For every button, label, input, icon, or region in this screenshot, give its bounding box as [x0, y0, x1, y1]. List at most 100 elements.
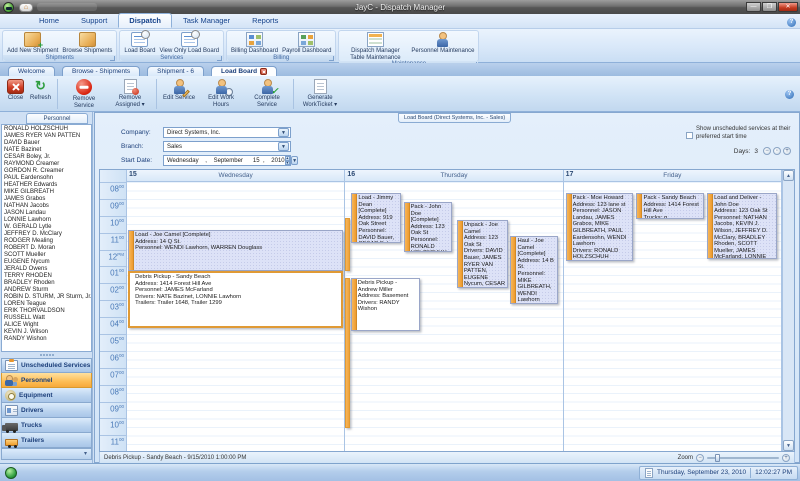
start-button[interactable] — [5, 467, 17, 479]
zoom-slider[interactable] — [707, 457, 779, 459]
payroll-dashboard-button[interactable]: Payroll Dashboard — [280, 32, 333, 55]
sidebar-item-personnel[interactable]: Personnel — [1, 373, 92, 388]
personnel-item[interactable]: W. GERALD Lytle — [4, 224, 91, 231]
personnel-item[interactable]: RUSSELL Watt — [4, 315, 91, 322]
zoom-in-button[interactable]: + — [782, 454, 790, 462]
personnel-item[interactable]: BRADLEY Rhoden — [4, 280, 91, 287]
personnel-item[interactable]: NATHAN Jacobs — [4, 203, 91, 210]
sidebar-nav-collapse[interactable]: ▾ — [1, 448, 92, 460]
edit-work-hours-button[interactable]: Edit Work Hours — [198, 78, 244, 109]
close-window-button[interactable]: ✕ — [778, 2, 798, 12]
billing-dashboard-button[interactable]: Billing Dashboard — [229, 32, 280, 55]
close-button[interactable]: Close — [4, 78, 27, 103]
maximize-button[interactable]: ❐ — [762, 2, 777, 12]
load-board-button[interactable]: Load Board — [122, 32, 157, 55]
service-card-pack-sandy-beach[interactable]: Pack - Sandy BeachAddress: 1414 Forest H… — [636, 193, 704, 219]
tray-icon[interactable] — [645, 468, 653, 478]
ribbon-tab-support[interactable]: Support — [70, 13, 118, 28]
personnel-item[interactable]: ALICE Wight — [4, 322, 91, 329]
remove-assigned-button[interactable]: Remove Assigned ▾ — [107, 78, 153, 109]
day-grid[interactable]: Load - Jimmy Dean [Complete]Address: 919… — [345, 182, 562, 451]
company-dropdown-icon[interactable]: ▼ — [278, 128, 289, 137]
personnel-item[interactable]: TERRY RHODEN — [4, 273, 91, 280]
branch-select[interactable]: Sales ▼ — [163, 141, 291, 152]
personnel-item[interactable]: RODGER Mealing — [4, 238, 91, 245]
personnel-item[interactable]: JERALD Owens — [4, 266, 91, 273]
date-spinner[interactable]: ▲▼ — [285, 156, 290, 165]
zoom-slider-thumb[interactable] — [715, 454, 720, 462]
personnel-item[interactable]: KEVIN J. Wilson — [4, 329, 91, 336]
sidebar-item-equipment[interactable]: Equipment — [1, 388, 92, 403]
remove-service-button[interactable]: Remove Service — [61, 78, 107, 110]
day-grid[interactable]: Pack - Moe HowardAddress: 123 lane stPer… — [564, 182, 781, 451]
minimize-button[interactable]: — — [746, 2, 761, 12]
days-knob[interactable]: ◦ — [773, 147, 781, 155]
view-only-load-board-button[interactable]: View Only Load Board — [157, 32, 221, 55]
services-dialog-launcher-icon[interactable] — [217, 56, 222, 61]
service-card-load-joe-camel-complete[interactable]: Load - Joe Camel [Complete]Address: 14 Q… — [128, 230, 343, 271]
document-tab-load-board[interactable]: Load Board — [211, 66, 277, 76]
scroll-down-icon[interactable]: ▼ — [783, 440, 794, 451]
service-card-load-and-deliver-john-doe[interactable]: Load and Deliver - John DoeAddress: 123 … — [707, 193, 777, 259]
ribbon-tab-home[interactable]: Home — [28, 13, 70, 28]
calendar-scrollbar[interactable]: ▲ ▼ — [782, 170, 794, 451]
service-card-unpack-joe-camel[interactable]: Unpack - Joe CamelAddress: 123 Oak StDri… — [457, 220, 508, 288]
branch-dropdown-icon[interactable]: ▼ — [278, 142, 289, 151]
personnel-item[interactable]: JASON Landau — [4, 210, 91, 217]
service-card-haul-joe-camel-complete[interactable]: Haul - Joe Camel [Complete]Address: 14 B… — [510, 236, 558, 304]
complete-service-button[interactable]: ✓Complete Service — [244, 78, 290, 109]
personnel-item[interactable]: EUGENE Nycum — [4, 259, 91, 266]
personnel-item[interactable]: CESAR Boley, Jr. — [4, 154, 91, 161]
day-grid[interactable]: Load - Joe Camel [Complete]Address: 14 Q… — [127, 182, 344, 451]
browse-shipments-button[interactable]: Browse Shipments — [60, 32, 114, 55]
personnel-item[interactable]: ERIK THORVALDSON — [4, 308, 91, 315]
dispatch-manager-table-maintenance-button[interactable]: Dispatch Manager Table Maintenance — [341, 32, 409, 61]
personnel-item[interactable]: RANDY Wishon — [4, 336, 91, 343]
personnel-item[interactable]: GORDON R. Creamer — [4, 168, 91, 175]
sidebar-item-trailers[interactable]: Trailers — [1, 433, 92, 448]
personnel-item[interactable]: HEATHER Edwards — [4, 182, 91, 189]
date-dropdown-icon[interactable]: ▼ — [291, 156, 298, 165]
days-decrease-button[interactable]: − — [763, 147, 771, 155]
days-increase-button[interactable]: + — [783, 147, 791, 155]
personnel-item[interactable]: JEFFREY D. McClary — [4, 231, 91, 238]
personnel-item[interactable]: LOREN Teague — [4, 301, 91, 308]
help-icon[interactable]: ? — [787, 18, 796, 27]
personnel-item[interactable]: ROBERT D. Moran — [4, 245, 91, 252]
show-unscheduled-checkbox[interactable] — [686, 132, 693, 139]
personnel-item[interactable]: RONALD HOLZSCHUH — [4, 126, 91, 133]
personnel-item[interactable]: JAMES RYER VAN PATTEN — [4, 133, 91, 140]
service-card-debris-pickup-andrew-miller[interactable]: Debris Pickup - Andrew MillerAddress: Ba… — [351, 278, 420, 331]
personnel-list[interactable]: RONALD HOLZSCHUHJAMES RYER VAN PATTENDAV… — [1, 124, 92, 352]
sidebar-item-trucks[interactable]: Trucks — [1, 418, 92, 433]
service-card-edge[interactable] — [345, 278, 349, 428]
personnel-item[interactable]: RAYMOND Creamer — [4, 161, 91, 168]
document-tab-browse-shipments[interactable]: Browse - Shipments — [62, 66, 140, 76]
ribbon-tab-dispatch[interactable]: Dispatch — [118, 13, 172, 28]
toolbar-help-icon[interactable]: ? — [785, 90, 794, 99]
generate-workticket-button[interactable]: Generate WorkTicket ▾ — [297, 78, 343, 109]
service-card-load-jimmy-dean-complete[interactable]: Load - Jimmy Dean [Complete]Address: 919… — [351, 193, 401, 243]
personnel-item[interactable]: LONNIE Lawhorn — [4, 217, 91, 224]
refresh-button[interactable]: ↻Refresh — [27, 78, 54, 103]
personnel-item[interactable]: MIKE GILBREATH — [4, 189, 91, 196]
personnel-item[interactable]: ROBIN D. STURM, JR Sturm, Jr. — [4, 294, 91, 301]
shipments-dialog-launcher-icon[interactable] — [110, 56, 115, 61]
service-card-pack-moe-howard[interactable]: Pack - Moe HowardAddress: 123 lane stPer… — [566, 193, 633, 261]
personnel-item[interactable]: SCOTT Mueller — [4, 252, 91, 259]
personnel-item[interactable]: ANDREW Sturm — [4, 287, 91, 294]
personnel-item[interactable]: PAUL Eardensohn — [4, 175, 91, 182]
start-date-input[interactable]: Wednesday , September 15 , 2010 ▲▼ ▼ — [163, 155, 291, 166]
sidebar-item-drivers[interactable]: Drivers — [1, 403, 92, 418]
sidebar-item-unscheduled-services[interactable]: Unscheduled Services — [1, 358, 92, 373]
service-card-debris-pickup-sandy-beach[interactable]: Debris Pickup - Sandy BeachAddress: 1414… — [128, 271, 343, 328]
service-card-pack-john-doe-complete[interactable]: Pack - John Doe [Complete]Address: 123 O… — [404, 202, 453, 252]
close-tab-icon[interactable] — [260, 68, 267, 75]
company-select[interactable]: Direct Systems, Inc. ▼ — [163, 127, 291, 138]
document-tab-welcome[interactable]: Welcome — [8, 66, 55, 76]
personnel-item[interactable]: JAMES Grabos — [4, 196, 91, 203]
edit-service-button[interactable]: Edit Service — [160, 78, 198, 103]
zoom-out-button[interactable]: − — [696, 454, 704, 462]
service-card-edge[interactable] — [345, 218, 349, 271]
billing-dialog-launcher-icon[interactable] — [329, 56, 334, 61]
